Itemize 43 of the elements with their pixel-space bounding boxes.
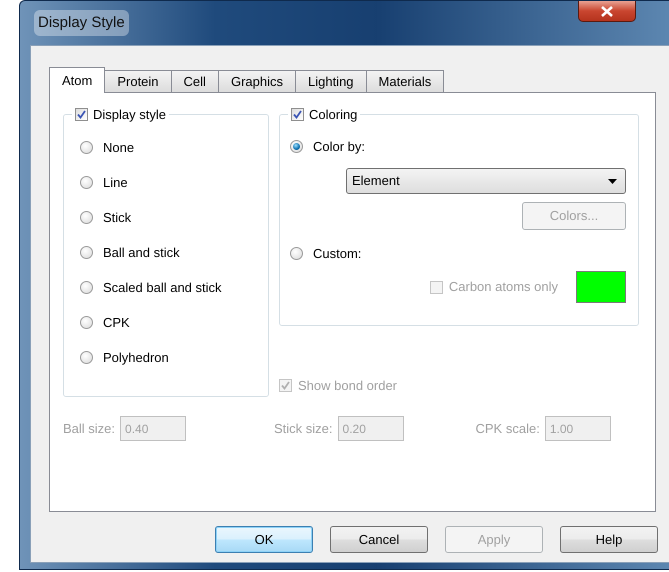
radio-button[interactable] [80, 351, 93, 364]
dropdown-arrow-icon [608, 178, 617, 184]
option-label: None [103, 138, 134, 157]
radio-button[interactable] [290, 247, 303, 260]
checkbox-label: Carbon atoms only [448, 278, 558, 296]
option-label: Custom: [313, 244, 362, 263]
option-label: Polyhedron [103, 348, 169, 367]
tab[interactable]: Lighting [294, 70, 367, 92]
group-label: Display style [93, 106, 166, 124]
option-label: Color by: [313, 138, 366, 156]
close-button[interactable] [578, 1, 636, 22]
radio-button[interactable] [80, 281, 93, 294]
window-title: Display Style [34, 10, 129, 36]
radio-button[interactable] [290, 140, 303, 153]
tab[interactable]: Materials [366, 70, 444, 92]
radio-button[interactable] [80, 316, 93, 329]
dialog-button[interactable]: Cancel [330, 526, 428, 553]
option-label: Scaled ball and stick [103, 278, 222, 297]
option-label: CPK [103, 314, 130, 332]
dropdown-value: Element [352, 172, 400, 190]
radio-button[interactable] [80, 211, 93, 224]
close-icon [601, 6, 613, 16]
dialog-button[interactable]: Help [560, 526, 658, 553]
dialog-button[interactable]: OK [215, 526, 313, 553]
option-label: Ball and stick [103, 244, 180, 262]
radio-button[interactable] [80, 141, 93, 154]
color-swatch[interactable] [576, 271, 626, 303]
element-dropdown[interactable]: Element [346, 168, 626, 194]
group-label: Coloring [309, 106, 358, 124]
option-label: Stick [103, 208, 132, 227]
radio-button[interactable] [80, 176, 93, 189]
tab[interactable]: Cell [170, 70, 219, 92]
checkbox-label: Show bond order [298, 377, 398, 395]
tab[interactable]: Protein [104, 70, 172, 92]
tab[interactable]: Graphics [218, 70, 296, 92]
radio-button[interactable] [80, 246, 93, 259]
checkbox[interactable] [291, 108, 304, 122]
field-label: Stick size: [274, 420, 333, 438]
checkbox[interactable] [75, 108, 88, 122]
field-label: Ball size: [63, 420, 116, 438]
tab[interactable]: Atom [49, 67, 106, 93]
field-label: CPK scale: [476, 420, 540, 438]
option-label: Line [103, 174, 128, 192]
